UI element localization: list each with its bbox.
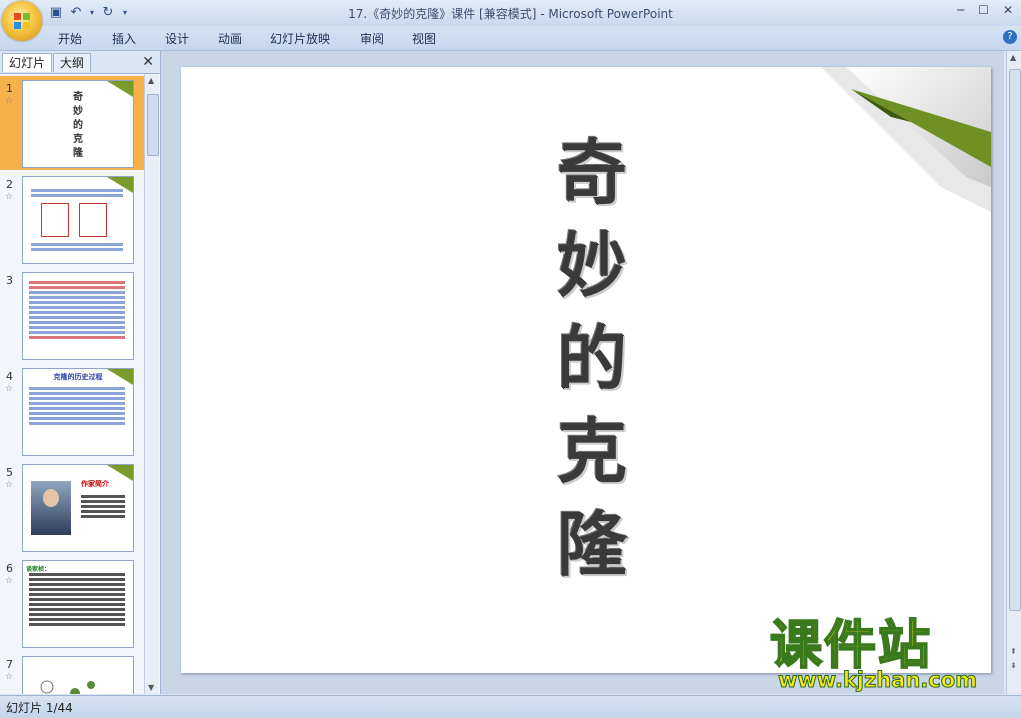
thumbnail-row-4[interactable]: 4 ☆ 克隆的历史过程: [0, 364, 144, 458]
thumb-content: [25, 385, 129, 427]
maximize-button[interactable]: ☐: [978, 3, 989, 17]
slides-pane: 幻灯片 大纲 ✕ 1 ☆ 奇妙的克隆 2 ☆ 3 4 ☆ 克隆的历史过程 5 ☆…: [0, 51, 161, 694]
slide-number: 5: [6, 466, 13, 479]
tab-slideshow[interactable]: 幻灯片放映: [270, 30, 330, 47]
thumbnail-row-6[interactable]: 6 ☆ 谈家桢：: [0, 556, 144, 650]
title-bar: 17.《奇妙的克隆》课件 [兼容模式] - Microsoft PowerPoi…: [0, 0, 1021, 26]
tab-view[interactable]: 视图: [412, 30, 436, 47]
slide-number: 4: [6, 370, 13, 383]
scroll-up-icon[interactable]: ▲: [148, 76, 154, 85]
watermark-url: www.kjzhan.com: [777, 668, 978, 693]
ribbon-tabs: 开始 插入 设计 动画 幻灯片放映 审阅 视图: [0, 26, 1021, 51]
redo-icon[interactable]: ↻: [100, 5, 116, 21]
thumbnail-row-3[interactable]: 3: [0, 268, 144, 362]
thumb-content: [27, 187, 127, 253]
tab-home[interactable]: 开始: [58, 30, 82, 47]
tab-design[interactable]: 设计: [165, 30, 189, 47]
slide-number: 7: [6, 658, 13, 671]
tab-review[interactable]: 审阅: [360, 30, 384, 47]
slide-thumbnail[interactable]: 奇妙的克隆: [22, 80, 134, 168]
thumb-content: [77, 493, 129, 520]
thumbnail-list: 1 ☆ 奇妙的克隆 2 ☆ 3 4 ☆ 克隆的历史过程 5 ☆ 作家简介 6 ☆…: [0, 74, 144, 694]
title-char: 的: [557, 318, 627, 400]
transition-star-icon: ☆: [5, 576, 14, 586]
minimize-button[interactable]: ─: [957, 3, 964, 17]
scroll-up-icon[interactable]: ▲: [1010, 53, 1016, 62]
slide-thumbnail[interactable]: 谈家桢：: [22, 560, 134, 648]
slide-editor: 奇 妙 的 克 隆: [161, 51, 1004, 694]
transition-star-icon: ☆: [5, 96, 14, 106]
thumbnail-scrollbar[interactable]: ▲ ▼: [144, 74, 159, 694]
transition-star-icon: ☆: [5, 192, 14, 202]
slide-number: 6: [6, 562, 13, 575]
customize-icon[interactable]: ▾: [120, 5, 130, 21]
page-curl-icon: [107, 81, 133, 97]
page-curl-icon: [107, 465, 133, 481]
portrait-image: [31, 481, 71, 535]
slide-canvas[interactable]: 奇 妙 的 克 隆: [181, 67, 991, 673]
scrollbar-thumb[interactable]: [147, 94, 159, 156]
title-char: 妙: [557, 225, 627, 307]
slide-thumbnail[interactable]: 克隆的历史过程: [22, 368, 134, 456]
window-title: 17.《奇妙的克隆》课件 [兼容模式] - Microsoft PowerPoi…: [348, 7, 673, 21]
slide-number: 2: [6, 178, 13, 191]
editor-scrollbar[interactable]: ▲ ⇞ ⇟: [1006, 51, 1021, 694]
thumb-content: [25, 571, 129, 628]
thumbnail-row-2[interactable]: 2 ☆: [0, 172, 144, 266]
watermark-cn: 课件站: [769, 616, 933, 676]
dropdown-arrow-icon[interactable]: ▾: [88, 5, 96, 21]
office-button[interactable]: [2, 1, 42, 41]
thumbnail-row-5[interactable]: 5 ☆ 作家简介: [0, 460, 144, 554]
scrollbar-thumb[interactable]: [1009, 69, 1021, 611]
transition-star-icon: ☆: [5, 480, 14, 490]
scroll-down-icon[interactable]: ▼: [148, 683, 154, 692]
title-char: 奇: [557, 132, 627, 214]
thumb-title: 奇妙的克隆: [73, 92, 83, 159]
slide-counter: 幻灯片 1/44: [6, 701, 73, 715]
thumb-content: [25, 279, 129, 341]
pane-tabs: 幻灯片 大纲 ✕: [0, 51, 160, 74]
thumbnail-row-1[interactable]: 1 ☆ 奇妙的克隆: [0, 76, 144, 170]
thumb-heading: 克隆的历史过程: [53, 373, 103, 381]
thumb-heading: 作家简介: [81, 480, 109, 488]
flower-image: [40, 680, 95, 694]
slide-thumbnail[interactable]: 作家简介: [22, 464, 134, 552]
thumbnail-row-7[interactable]: 7 ☆: [0, 652, 144, 694]
slide-number: 1: [6, 82, 13, 95]
slide-title[interactable]: 奇 妙 的 克 隆: [547, 127, 637, 592]
tab-animation[interactable]: 动画: [218, 30, 242, 47]
tab-outline[interactable]: 大纲: [53, 53, 92, 72]
close-button[interactable]: ✕: [1003, 3, 1013, 17]
title-char: 克: [557, 411, 627, 493]
slide-thumbnail[interactable]: [22, 176, 134, 264]
help-icon[interactable]: ?: [1003, 30, 1017, 44]
transition-star-icon: ☆: [5, 672, 14, 682]
watermark-logo: 课件站 www.kjzhan.com: [769, 616, 1015, 693]
office-logo-icon: [14, 13, 30, 29]
save-icon[interactable]: ▣: [48, 5, 64, 21]
quick-access-toolbar: ▣ ↶ ▾ ↻ ▾: [48, 4, 130, 22]
title-char: 隆: [557, 504, 627, 586]
undo-icon[interactable]: ↶: [68, 5, 84, 21]
transition-star-icon: ☆: [5, 384, 14, 394]
slide-thumbnail[interactable]: [22, 272, 134, 360]
slide-number: 3: [6, 274, 13, 287]
slide-thumbnail[interactable]: [22, 656, 134, 694]
tab-slides[interactable]: 幻灯片: [2, 53, 53, 72]
window-controls: ─ ☐ ✕: [957, 3, 1013, 17]
close-icon[interactable]: ✕: [142, 54, 154, 70]
page-curl-decoration: [821, 67, 991, 212]
tab-insert[interactable]: 插入: [112, 30, 136, 47]
status-bar: 幻灯片 1/44: [0, 695, 1021, 718]
